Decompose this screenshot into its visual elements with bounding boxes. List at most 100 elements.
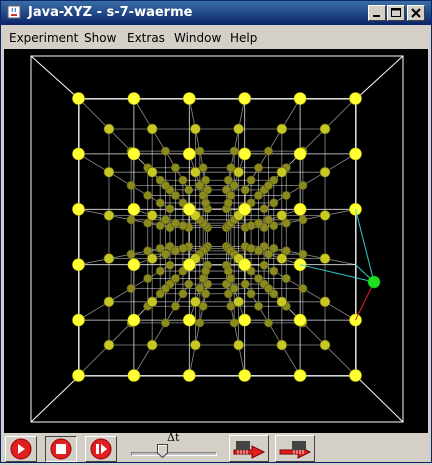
lattice-atom: [238, 313, 251, 327]
java-cup-icon: [7, 5, 21, 19]
save-icon: [233, 441, 266, 459]
lattice-atom: [160, 215, 170, 225]
lattice-atom: [254, 163, 264, 173]
lattice-atom: [103, 210, 115, 221]
simulation-canvas[interactable]: [4, 49, 428, 433]
lattice-atom: [72, 203, 85, 216]
lattice-atom: [146, 296, 158, 308]
lattice-atom: [246, 289, 256, 299]
lattice-atom: [298, 249, 308, 259]
lattice-atom: [226, 190, 236, 200]
lattice-atom: [349, 92, 362, 105]
lattice-atom: [281, 190, 291, 200]
lattice-atom: [170, 190, 180, 200]
lattice-atom: [165, 260, 175, 270]
timestep-slider-thumb[interactable]: [157, 444, 169, 458]
lattice-atom: [183, 92, 196, 105]
lattice-atom: [276, 166, 288, 178]
lattice-atom: [72, 147, 85, 161]
menu-window[interactable]: Window: [174, 31, 221, 45]
load-button[interactable]: [275, 435, 315, 462]
lattice-atom: [198, 190, 208, 200]
lattice-atom: [146, 166, 158, 178]
lattice-atom: [126, 284, 136, 294]
minimize-button[interactable]: [368, 5, 386, 21]
lattice-atom: [276, 210, 288, 221]
menu-show[interactable]: Show: [84, 31, 116, 45]
lattice-atom: [160, 180, 170, 190]
lattice-atom: [103, 166, 115, 178]
lattice-atom: [183, 258, 196, 271]
lattice-atom: [233, 339, 244, 351]
lattice-atom: [146, 210, 158, 221]
stop-button[interactable]: [45, 436, 77, 462]
close-icon: [411, 8, 421, 18]
lattice-atom: [155, 266, 165, 276]
lattice-atom: [190, 339, 201, 351]
lattice-atom: [319, 123, 331, 135]
app-window: Java-XYZ - s-7-waerme Experiment Show Ex…: [0, 0, 432, 463]
title-bar[interactable]: Java-XYZ - s-7-waerme: [1, 1, 431, 25]
save-button[interactable]: [229, 435, 269, 462]
close-button[interactable]: [407, 5, 425, 21]
bounding-box-edge: [30, 375, 80, 423]
lattice-atom: [276, 123, 288, 135]
lattice-atom: [233, 166, 244, 178]
lattice-atom: [223, 198, 233, 208]
lattice-atom: [276, 296, 288, 308]
lattice-atom: [238, 369, 251, 382]
lattice-atom: [201, 198, 211, 208]
lattice-atom: [190, 296, 201, 308]
lattice-atom: [178, 221, 188, 231]
lattice-atom: [178, 289, 188, 299]
compressed-bond: [355, 281, 375, 321]
lattice-atom: [72, 369, 85, 382]
lattice-atom: [195, 180, 205, 190]
bottom-toolbar: Δt: [1, 431, 431, 462]
lattice-atom: [259, 260, 269, 270]
lattice-atom: [103, 296, 115, 308]
lattice-atom: [155, 198, 165, 208]
lattice-atom: [190, 166, 201, 178]
menu-experiment[interactable]: Experiment: [9, 31, 78, 45]
lattice-atom: [319, 166, 331, 178]
lattice-atom: [126, 249, 136, 259]
lattice-atom: [184, 279, 194, 289]
lattice-atom: [246, 175, 256, 185]
menu-help[interactable]: Help: [230, 31, 257, 45]
lattice-atom: [183, 203, 196, 216]
timestep-label: Δt: [167, 431, 180, 444]
maximize-icon: [391, 8, 401, 17]
lattice-atom: [170, 301, 180, 311]
pause-icon: [90, 438, 112, 460]
lattice-atom: [127, 92, 141, 105]
lattice-atom: [264, 318, 274, 328]
lattice-atom: [293, 203, 307, 216]
lattice-atom: [195, 318, 205, 328]
lattice-atom: [143, 274, 153, 284]
lattice-atom: [240, 185, 250, 195]
lattice-atom: [223, 266, 233, 276]
bounding-box-edge: [355, 55, 404, 100]
lattice-atom: [319, 210, 331, 221]
lattice-atom: [229, 146, 239, 156]
timestep-slider-track[interactable]: [131, 452, 217, 456]
lattice-atom: [183, 369, 196, 382]
lattice-atom: [293, 313, 307, 327]
lattice-atom: [349, 369, 362, 382]
pause-button[interactable]: [85, 436, 117, 462]
lattice-atom: [254, 190, 264, 200]
play-button[interactable]: [5, 436, 37, 462]
load-icon: [279, 441, 312, 459]
lattice-atom: [170, 163, 180, 173]
maximize-button[interactable]: [387, 5, 405, 21]
bounding-box-edge: [30, 55, 80, 100]
lattice-atom: [190, 123, 201, 135]
lattice-atom: [281, 274, 291, 284]
lattice-atom: [183, 313, 196, 327]
lattice-atom: [238, 258, 251, 271]
lattice-atom: [254, 274, 264, 284]
lattice-view[interactable]: [4, 49, 428, 433]
menu-extras[interactable]: Extras: [127, 31, 165, 45]
lattice-atom: [264, 284, 274, 294]
